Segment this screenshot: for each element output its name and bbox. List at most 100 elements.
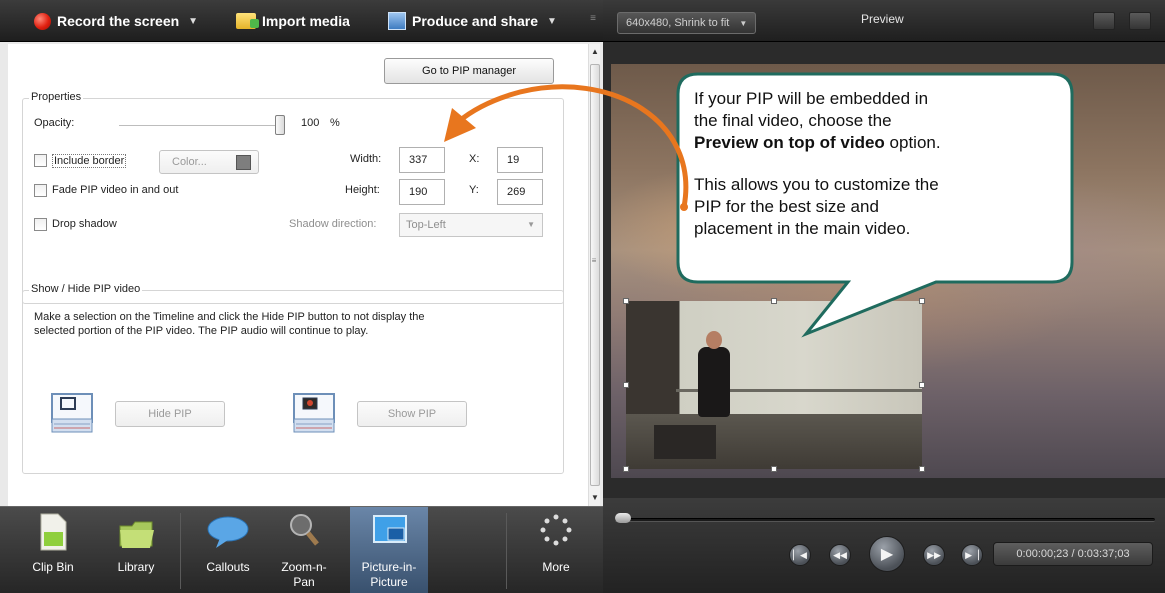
task-panel: Record the screen ▼ Import media Produce… <box>0 0 603 593</box>
fade-pip-label[interactable]: Fade PIP video in and out <box>52 184 178 196</box>
callout-line: placement in the main video. <box>694 219 911 238</box>
include-border-checkbox[interactable] <box>34 154 47 167</box>
x-field[interactable]: 19 <box>497 147 543 173</box>
toolbar-grip-icon[interactable]: ≡ <box>590 13 596 24</box>
hide-pip-icon <box>51 393 93 433</box>
include-border-label[interactable]: Include border <box>52 154 127 168</box>
import-media-button[interactable]: Import media <box>236 9 350 33</box>
x-label: X: <box>469 153 480 165</box>
tab-zoom-n-pan[interactable]: Zoom-n- Pan <box>268 507 340 593</box>
opacity-slider-track[interactable] <box>119 125 285 127</box>
callout-paragraph-2: This allows you to customize the PIP for… <box>694 174 1034 240</box>
resize-handle[interactable] <box>771 298 777 304</box>
show-hide-group: Show / Hide PIP video Make a selection o… <box>22 283 564 474</box>
tab-library[interactable]: Library <box>100 507 172 593</box>
show-hide-description-line2: selected portion of the PIP video. The P… <box>34 325 369 337</box>
tab-zoom-label-2: Pan <box>293 575 315 589</box>
pip-video-frame[interactable] <box>626 301 922 469</box>
height-field[interactable]: 190 <box>399 179 445 205</box>
tab-clip-bin-label: Clip Bin <box>32 560 74 574</box>
clip-bin-icon <box>40 513 67 551</box>
play-button[interactable]: ▶ <box>869 536 905 572</box>
resize-handle[interactable] <box>623 298 629 304</box>
callout-line: If your PIP will be embedded in <box>694 89 929 108</box>
show-pip-button[interactable]: Show PIP <box>357 401 467 427</box>
produce-share-label: Produce and share <box>412 13 539 29</box>
timecode-display: 0:00:00;23 / 0:03:37;03 <box>993 542 1153 566</box>
hide-pip-button[interactable]: Hide PIP <box>115 401 225 427</box>
zoom-icon <box>290 514 319 546</box>
color-button: Color... <box>159 150 259 174</box>
properties-group: Properties Opacity: 100 % Include border… <box>22 91 564 304</box>
color-button-label: Color... <box>172 156 207 168</box>
chevron-down-icon: ▼ <box>527 220 535 229</box>
fade-pip-checkbox[interactable] <box>34 184 47 197</box>
seek-bar[interactable] <box>615 518 1155 522</box>
width-label: Width: <box>350 153 382 165</box>
pip-presenter-head <box>706 331 722 349</box>
callout-paragraph-1: If your PIP will be embedded in the fina… <box>694 88 1034 154</box>
drop-shadow-label[interactable]: Drop shadow <box>52 218 117 230</box>
y-field[interactable]: 269 <box>497 179 543 205</box>
resize-handle[interactable] <box>919 298 925 304</box>
properties-title: Properties <box>29 91 84 103</box>
preview-size-dropdown[interactable]: 640x480, Shrink to fit ▼ <box>617 12 757 34</box>
height-label: Height: <box>345 184 380 196</box>
detach-preview-button[interactable] <box>1129 12 1151 30</box>
more-icon <box>540 514 572 546</box>
produce-share-button[interactable]: Produce and share ▼ <box>388 9 557 33</box>
callout-line: This allows you to customize the <box>694 175 939 194</box>
task-toolbar: Record the screen ▼ Import media Produce… <box>0 0 603 42</box>
record-screen-label: Record the screen <box>57 13 180 29</box>
y-label: Y: <box>469 184 479 196</box>
preview-size-value: 640x480, Shrink to fit <box>626 17 730 29</box>
pip-presenter <box>698 347 730 417</box>
rewind-button[interactable]: ◀◀ <box>829 544 851 566</box>
opacity-unit: % <box>330 117 340 129</box>
callout-line: PIP for the best size and <box>694 197 879 216</box>
playback-controls: ▏◀ ◀◀ ▶ ▶▶ ▶▕ 0:00:00;23 / 0:03:37;03 <box>603 498 1165 593</box>
scroll-up-icon[interactable]: ▲ <box>589 46 601 58</box>
tab-picture-in-picture[interactable]: Picture-in- Picture <box>350 507 428 593</box>
opacity-value: 100 <box>301 117 320 129</box>
opacity-slider-thumb[interactable] <box>275 115 285 135</box>
resize-handle[interactable] <box>623 382 629 388</box>
fullscreen-button[interactable] <box>1093 12 1115 30</box>
seek-thumb[interactable] <box>615 513 631 523</box>
go-to-start-button[interactable]: ▏◀ <box>789 544 811 566</box>
callout-text: If your PIP will be embedded in the fina… <box>694 88 1034 260</box>
tab-pip-label-1: Picture-in- <box>361 560 417 574</box>
resize-handle[interactable] <box>919 382 925 388</box>
tab-clip-bin[interactable]: Clip Bin <box>20 507 86 593</box>
record-screen-button[interactable]: Record the screen ▼ <box>34 9 198 33</box>
tab-callouts[interactable]: Callouts <box>192 507 264 593</box>
callout-line: the final video, choose the <box>694 111 892 130</box>
resize-handle[interactable] <box>623 466 629 472</box>
task-tabs: Clip Bin Library Callouts Zoom-n- Pan Pi… <box>0 506 603 593</box>
resize-handle[interactable] <box>771 466 777 472</box>
tab-more[interactable]: More <box>520 507 592 593</box>
width-field[interactable]: 337 <box>399 147 445 173</box>
shadow-direction-value: Top-Left <box>406 219 446 231</box>
fast-forward-button[interactable]: ▶▶ <box>923 544 945 566</box>
tab-library-label: Library <box>117 560 155 574</box>
go-to-pip-manager-button[interactable]: Go to PIP manager <box>384 58 554 84</box>
scroll-grip-icon: ≡ <box>591 256 597 265</box>
tab-callouts-label: Callouts <box>206 560 250 574</box>
drop-shadow-checkbox[interactable] <box>34 218 47 231</box>
go-to-end-button[interactable]: ▶▕ <box>961 544 983 566</box>
task-scrollbar[interactable]: ▲ ≡ ▼ <box>588 44 600 506</box>
tab-more-label: More <box>542 560 570 574</box>
callout-icon <box>207 516 249 548</box>
produce-icon <box>388 12 406 30</box>
preview-title: Preview <box>861 12 904 26</box>
scroll-down-icon[interactable]: ▼ <box>589 492 601 504</box>
shadow-direction-label: Shadow direction: <box>289 218 377 230</box>
scroll-thumb[interactable] <box>590 64 600 486</box>
pip-desk <box>654 425 716 459</box>
tab-pip-label-2: Picture <box>370 575 408 589</box>
show-pip-icon <box>293 393 335 433</box>
callout-option-name: Preview on top of video <box>694 133 885 152</box>
resize-handle[interactable] <box>919 466 925 472</box>
callout-line: option. <box>884 133 941 152</box>
